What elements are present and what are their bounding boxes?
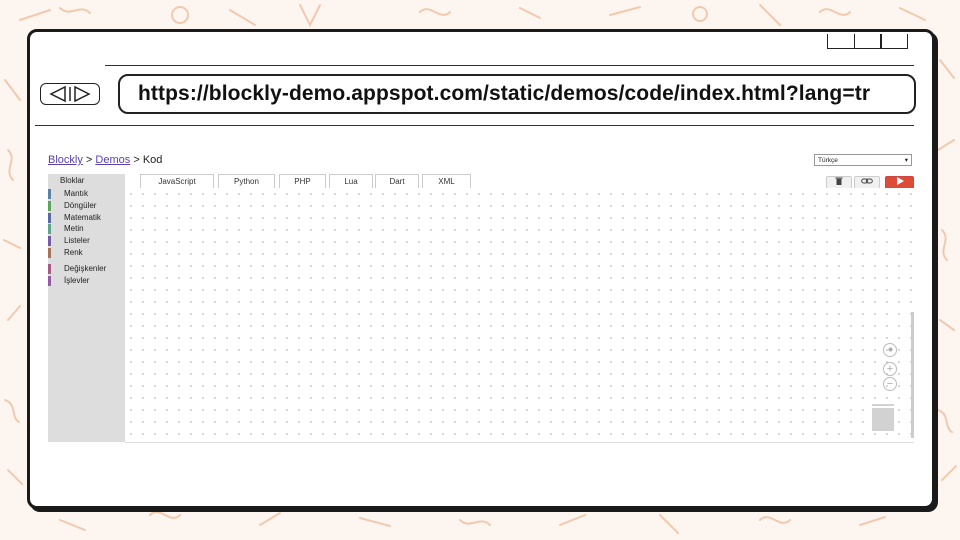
tab-xml[interactable]: XML: [422, 174, 471, 188]
workspace-scrollbar[interactable]: [911, 312, 914, 438]
category-color-marker: [48, 200, 51, 211]
category-color-marker: [48, 247, 51, 258]
blockly-workspace[interactable]: + −: [125, 188, 914, 443]
tab-lua[interactable]: Lua: [329, 174, 373, 188]
breadcrumb-current: Kod: [142, 154, 163, 166]
close-button[interactable]: [880, 34, 908, 49]
play-icon: [896, 177, 904, 185]
link-icon: [861, 178, 873, 184]
zoom-in-icon[interactable]: +: [883, 362, 897, 376]
breadcrumb-blockly-link[interactable]: Blockly: [48, 154, 83, 166]
toolbox-category[interactable]: Matematik: [48, 212, 125, 224]
back-icon[interactable]: [49, 85, 66, 103]
toolbox-category-label: Listeler: [64, 236, 90, 246]
page-content: Blockly > Demos > Kod Türkçe ▾ Bloklar J…: [48, 152, 914, 443]
toolbar-divider: [35, 125, 914, 126]
toolbox-category[interactable]: Listeler: [48, 235, 125, 247]
language-select-value: Türkçe: [818, 156, 838, 164]
chevron-down-icon: ▾: [904, 157, 908, 164]
tab-javascript[interactable]: JavaScript: [140, 174, 214, 188]
category-color-marker: [48, 189, 51, 199]
toolbox-category-label: Renk: [64, 247, 83, 257]
toolbox-category-label: İşlevler: [64, 275, 90, 285]
tab-php[interactable]: PHP: [279, 174, 326, 188]
category-color-marker: [48, 212, 51, 223]
category-color-marker: [48, 275, 51, 286]
nav-buttons: [40, 83, 100, 105]
window-controls: [827, 34, 908, 49]
toolbox-category-label: Matematik: [64, 212, 101, 222]
zoom-reset-icon[interactable]: [883, 343, 897, 357]
maximize-button[interactable]: [853, 34, 882, 49]
forward-icon[interactable]: [74, 85, 91, 103]
minimize-button[interactable]: [827, 34, 855, 49]
tab-dart[interactable]: Dart: [375, 174, 419, 188]
tab-bar: Bloklar JavaScript Python PHP Lua Dart X…: [48, 174, 914, 189]
toolbox-category[interactable]: Renk: [48, 247, 125, 259]
breadcrumb-demos-link[interactable]: Demos: [95, 154, 130, 166]
tab-strip-divider: [105, 65, 914, 66]
toolbox: Mantık Döngüler Matematik Metin Listeler Renk…: [48, 188, 125, 442]
toolbox-category[interactable]: İşlevler: [48, 275, 125, 287]
category-color-marker: [48, 224, 51, 235]
toolbox-category-label: Metin: [64, 224, 84, 234]
toolbox-category[interactable]: Mantık: [48, 188, 125, 200]
url-text[interactable]: https://blockly-demo.appspot.com/static/…: [138, 82, 870, 106]
toolbox-category-label: Döngüler: [64, 200, 97, 210]
toolbox-category[interactable]: Değişkenler: [48, 263, 125, 275]
toolbox-category-label: Mantık: [64, 189, 89, 198]
breadcrumb-separator: >: [85, 154, 93, 166]
workspace-trash-icon[interactable]: [872, 408, 894, 431]
address-bar[interactable]: https://blockly-demo.appspot.com/static/…: [118, 74, 916, 114]
browser-window: https://blockly-demo.appspot.com/static/…: [27, 29, 935, 509]
toolbox-category[interactable]: Metin: [48, 223, 125, 235]
tab-python[interactable]: Python: [218, 174, 275, 188]
breadcrumb: Blockly > Demos > Kod: [48, 154, 162, 166]
trash-lid: [872, 404, 894, 406]
trash-icon: [835, 177, 843, 185]
zoom-out-icon[interactable]: −: [883, 377, 897, 391]
toolbox-category[interactable]: Döngüler: [48, 200, 125, 212]
toolbox-category-label: Değişkenler: [64, 263, 107, 273]
category-color-marker: [48, 236, 51, 247]
breadcrumb-separator: >: [133, 154, 140, 166]
category-color-marker: [48, 263, 51, 274]
language-select[interactable]: Türkçe ▾: [814, 154, 912, 166]
tab-blocks[interactable]: Bloklar: [48, 174, 125, 188]
